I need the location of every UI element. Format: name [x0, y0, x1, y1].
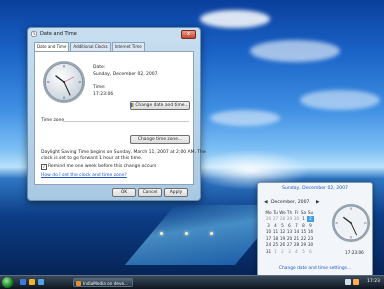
remind-label: Remind me one week before this change oc…: [48, 164, 157, 169]
explorer-icon[interactable]: [29, 279, 35, 285]
calendar-day[interactable]: 6: [307, 248, 314, 255]
tab-additional-clocks[interactable]: Additional Clocks: [70, 42, 111, 51]
weekday-label: Th: [286, 209, 293, 215]
change-date-time-button[interactable]: Change date and time...: [130, 101, 190, 110]
start-button[interactable]: [2, 277, 13, 288]
calendar-day[interactable]: 13: [286, 229, 293, 236]
help-link[interactable]: How do I set the clock and time zone?: [41, 173, 127, 178]
weekday-label: Su: [307, 209, 314, 215]
next-month-button[interactable]: ▶: [316, 200, 320, 205]
calendar-day[interactable]: 29: [300, 242, 307, 249]
calendar-day[interactable]: 4: [293, 248, 300, 255]
calendar-month-title[interactable]: December, 2007: [271, 200, 309, 205]
calendar-day[interactable]: 17: [265, 235, 272, 242]
network-icon[interactable]: [345, 279, 351, 285]
calendar-day[interactable]: 26: [265, 216, 272, 223]
calendar-day[interactable]: 30: [307, 242, 314, 249]
calendar-day[interactable]: 16: [307, 229, 314, 236]
calendar-day[interactable]: 22: [300, 235, 307, 242]
cloud: [200, 10, 270, 28]
divider: [63, 121, 189, 122]
browser-icon[interactable]: [38, 279, 44, 285]
change-time-zone-button[interactable]: Change time zone...: [130, 135, 190, 144]
calendar-day[interactable]: 28: [279, 216, 286, 223]
calendar-day[interactable]: 18: [272, 235, 279, 242]
cloud: [300, 90, 380, 110]
cancel-button[interactable]: Cancel: [138, 188, 162, 197]
calendar-day[interactable]: 20: [286, 235, 293, 242]
calendar-day[interactable]: 19: [279, 235, 286, 242]
weekday-label: Mo: [265, 209, 272, 215]
calendar-day[interactable]: 10: [265, 229, 272, 236]
calendar-day[interactable]: 2: [279, 248, 286, 255]
taskbar-window-label: IndiaMedia on deve...: [83, 281, 129, 286]
calendar-day[interactable]: 28: [293, 242, 300, 249]
weekday-label: We: [279, 209, 286, 215]
calendar-day[interactable]: 21: [293, 235, 300, 242]
calendar-day[interactable]: 11: [272, 229, 279, 236]
calendar-day[interactable]: 5: [300, 248, 307, 255]
show-desktop-icon[interactable]: [20, 279, 26, 285]
weekday-label: Tu: [273, 209, 278, 215]
calendar-day[interactable]: 27: [272, 216, 279, 223]
calendar-day[interactable]: 14: [293, 229, 300, 236]
pier-light: [160, 232, 163, 235]
calendar-day[interactable]: 27: [286, 242, 293, 249]
time-label: Time:: [93, 85, 106, 90]
date-label: Date:: [93, 65, 106, 70]
flyout-time-value: 17:23:06: [345, 250, 364, 255]
calendar-day[interactable]: 15: [300, 229, 307, 236]
dialog-title: Date and Time: [40, 31, 77, 37]
close-button[interactable]: x: [181, 30, 196, 39]
calendar-grid: Mo Tu We Th Fr Sa Su 26 27 28 29 30 1 2 3 4 5 6 7 8 9 10 11 12 1…: [265, 209, 314, 255]
analog-clock: [43, 61, 85, 103]
prev-month-button[interactable]: ◀: [264, 200, 268, 205]
cloud: [250, 40, 340, 62]
ok-button[interactable]: OK: [112, 188, 136, 197]
remind-checkbox[interactable]: ✓: [41, 164, 47, 170]
weekday-label: Sa: [300, 209, 307, 215]
dst-info-line2: clock is set to go forward 1 hour at thi…: [41, 156, 143, 161]
calendar-day[interactable]: 25: [272, 242, 279, 249]
calendar-day[interactable]: 12: [279, 229, 286, 236]
cloud: [210, 110, 280, 126]
pier-light: [185, 232, 188, 235]
flyout-analog-clock: [331, 203, 371, 243]
taskbar: IndiaMedia on deve... 17:23: [0, 275, 384, 289]
calendar-day[interactable]: 24: [265, 242, 272, 249]
taskbar-window-button[interactable]: IndiaMedia on deve...: [73, 278, 133, 287]
calendar-week-row: 31 1 2 3 4 5 6: [265, 248, 314, 255]
calendar-day[interactable]: 31: [265, 248, 272, 255]
tab-strip: Date and Time Additional Clocks Internet…: [34, 42, 146, 52]
calendar-day[interactable]: 30: [293, 216, 300, 223]
date-value: Sunday, December 02, 2007: [93, 72, 158, 77]
calendar-day[interactable]: 1: [272, 248, 279, 255]
calendar-day[interactable]: 26: [279, 242, 286, 249]
apply-button[interactable]: Apply: [164, 188, 188, 197]
dst-info-line1: Daylight Saving Time begins on Sunday, M…: [41, 150, 206, 155]
date-time-dialog: Date and Time x Date and Time Additional…: [27, 27, 206, 201]
calendar-flyout: Sunday, December 02, 2007 ◀ December, 20…: [257, 182, 373, 277]
tab-internet-time[interactable]: Internet Time: [111, 42, 145, 51]
clock-icon: [31, 31, 37, 37]
tab-panel: Date: Sunday, December 02, 2007 Time: 17…: [34, 51, 206, 185]
calendar-day[interactable]: 3: [286, 248, 293, 255]
pier-light: [210, 232, 213, 235]
calendar-day[interactable]: 29: [286, 216, 293, 223]
time-value: 17:23:06: [93, 92, 114, 97]
volume-icon[interactable]: [353, 279, 359, 285]
flyout-date-header[interactable]: Sunday, December 02, 2007: [258, 186, 372, 191]
change-date-time-label: Change date and time...: [135, 103, 189, 108]
time-zone-heading: Time zone: [41, 118, 65, 123]
calendar-day[interactable]: 23: [307, 235, 314, 242]
tray-clock[interactable]: 17:23: [367, 279, 380, 284]
change-settings-link[interactable]: Change date and time settings...: [258, 266, 372, 271]
window-icon: [76, 281, 81, 286]
shield-icon: [131, 102, 135, 107]
